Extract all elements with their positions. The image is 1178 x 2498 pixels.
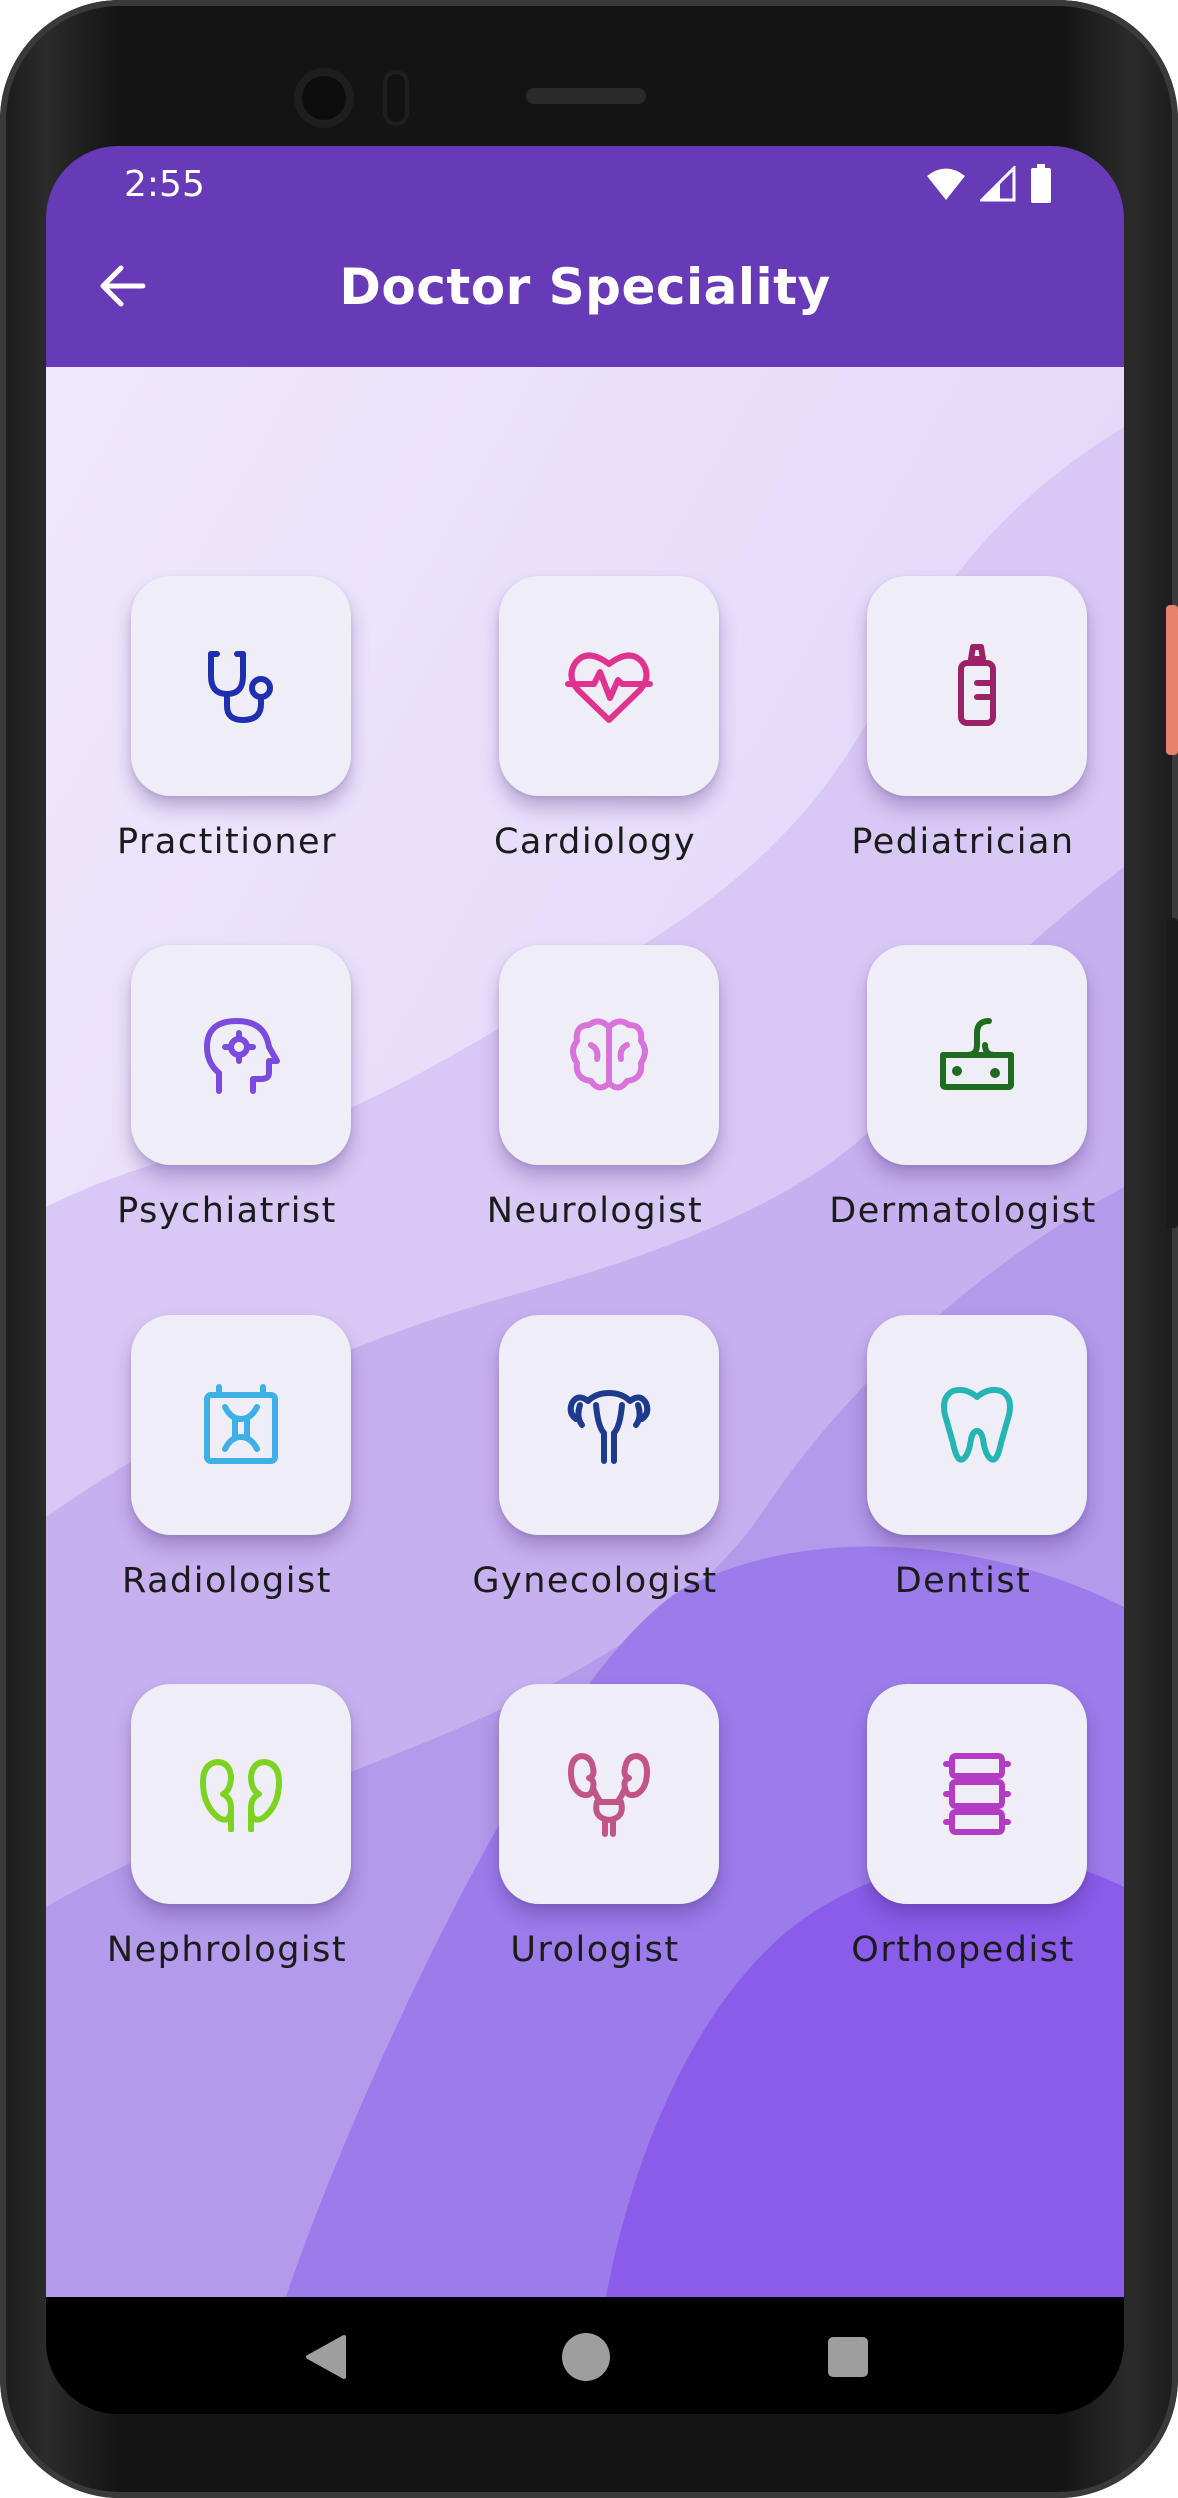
speciality-label: Dermatologist bbox=[829, 1191, 1097, 1231]
xray-icon bbox=[204, 1384, 278, 1464]
wifi-icon bbox=[927, 168, 965, 200]
nav-back-button[interactable] bbox=[286, 2317, 366, 2397]
page-title: Doctor Speciality bbox=[339, 258, 831, 316]
head-gear-icon bbox=[204, 1018, 280, 1094]
speciality-label: Urologist bbox=[510, 1930, 680, 1970]
recents-square-icon bbox=[828, 2337, 868, 2377]
speciality-item-neurologist[interactable]: Neurologist bbox=[435, 945, 755, 1265]
speciality-card bbox=[499, 945, 719, 1165]
system-nav-bar bbox=[46, 2297, 1124, 2414]
speciality-card bbox=[499, 1684, 719, 1904]
speciality-label: Practitioner bbox=[117, 822, 337, 862]
speciality-card bbox=[499, 1315, 719, 1535]
speciality-card bbox=[131, 1684, 351, 1904]
nav-recents-button[interactable] bbox=[808, 2317, 888, 2397]
spine-icon bbox=[943, 1753, 1011, 1835]
nav-home-button[interactable] bbox=[546, 2317, 626, 2397]
speciality-card bbox=[131, 576, 351, 796]
speciality-item-psychiatrist[interactable]: Psychiatrist bbox=[67, 945, 387, 1265]
speciality-label: Nephrologist bbox=[106, 1930, 348, 1970]
back-triangle-icon bbox=[306, 2335, 346, 2379]
heart-pulse-icon bbox=[565, 652, 653, 723]
speciality-item-dentist[interactable]: Dentist bbox=[803, 1315, 1123, 1635]
front-camera bbox=[294, 68, 354, 128]
speciality-label: Radiologist bbox=[122, 1561, 332, 1601]
speciality-label: Dentist bbox=[894, 1561, 1032, 1601]
status-time: 2:55 bbox=[124, 164, 205, 205]
speciality-label: Orthopedist bbox=[851, 1930, 1075, 1970]
bladder-icon bbox=[568, 1753, 650, 1837]
screen: 2:55 Doctor Speciality Practitioner Card… bbox=[46, 146, 1124, 2414]
speciality-card bbox=[499, 576, 719, 796]
speciality-item-orthopedist[interactable]: Orthopedist bbox=[803, 1684, 1123, 2004]
earpiece-speaker bbox=[526, 88, 646, 104]
status-icons bbox=[926, 162, 1052, 206]
brain-icon bbox=[570, 1018, 648, 1091]
signal-icon bbox=[980, 166, 1016, 202]
phone-frame: 2:55 Doctor Speciality Practitioner Card… bbox=[0, 0, 1178, 2498]
proximity-sensor bbox=[383, 70, 409, 126]
speciality-item-pediatrician[interactable]: Pediatrician bbox=[803, 576, 1123, 896]
speciality-grid: Practitioner Cardiology Pediatrician Psy… bbox=[46, 367, 1124, 2297]
baby-bottle-icon bbox=[958, 644, 996, 726]
tooth-icon bbox=[941, 1386, 1013, 1463]
speciality-card bbox=[131, 945, 351, 1165]
speciality-card bbox=[867, 1684, 1087, 1904]
speciality-card bbox=[867, 576, 1087, 796]
speciality-card bbox=[867, 945, 1087, 1165]
battery-icon bbox=[1031, 164, 1051, 203]
speciality-item-practitioner[interactable]: Practitioner bbox=[67, 576, 387, 896]
volume-button bbox=[1166, 918, 1178, 1228]
speciality-label: Cardiology bbox=[493, 822, 697, 862]
speciality-label: Pediatrician bbox=[851, 822, 1075, 862]
speciality-item-dermatologist[interactable]: Dermatologist bbox=[803, 945, 1123, 1265]
speciality-card bbox=[867, 1315, 1087, 1535]
speciality-item-radiologist[interactable]: Radiologist bbox=[67, 1315, 387, 1635]
app-bar: 2:55 Doctor Speciality bbox=[46, 146, 1124, 367]
kidneys-icon bbox=[200, 1759, 282, 1832]
speciality-item-nephrologist[interactable]: Nephrologist bbox=[67, 1684, 387, 2004]
speciality-item-urologist[interactable]: Urologist bbox=[435, 1684, 755, 2004]
uterus-icon bbox=[567, 1390, 651, 1464]
speciality-content: Practitioner Cardiology Pediatrician Psy… bbox=[46, 367, 1124, 2297]
speciality-label: Neurologist bbox=[486, 1191, 704, 1231]
home-circle-icon bbox=[562, 2333, 610, 2381]
speciality-item-gynecologist[interactable]: Gynecologist bbox=[435, 1315, 755, 1635]
speciality-label: Gynecologist bbox=[472, 1561, 718, 1601]
skin-icon bbox=[940, 1018, 1014, 1090]
speciality-item-cardiology[interactable]: Cardiology bbox=[435, 576, 755, 896]
speciality-label: Psychiatrist bbox=[117, 1191, 337, 1231]
stethoscope-icon bbox=[208, 651, 273, 723]
power-button bbox=[1166, 605, 1178, 755]
speciality-card bbox=[131, 1315, 351, 1535]
